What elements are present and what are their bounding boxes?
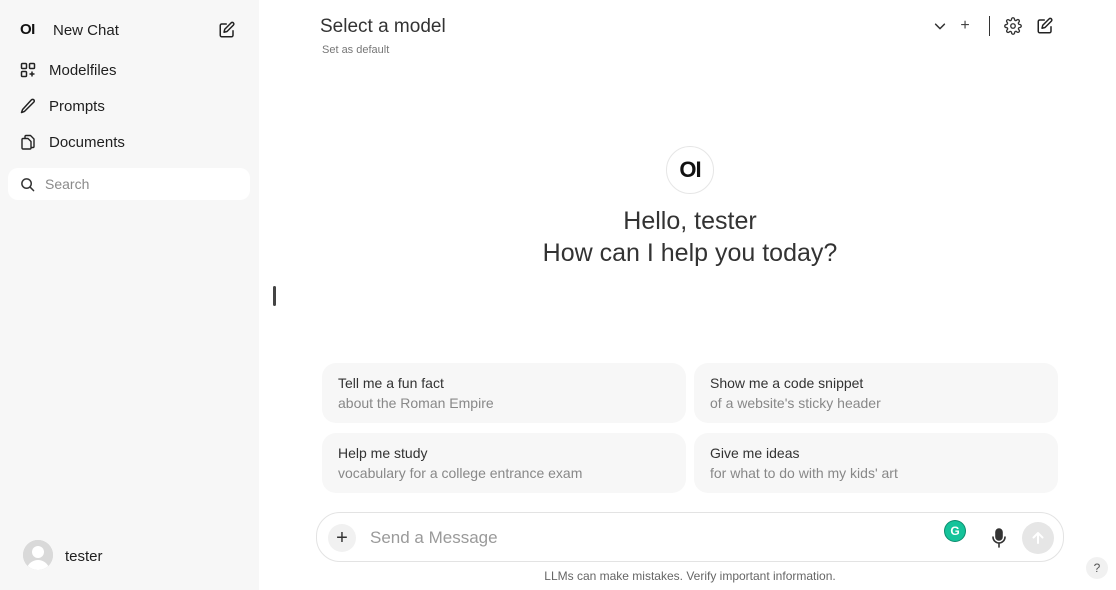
search-icon [20, 177, 35, 192]
suggestion-card[interactable]: Help me study vocabulary for a college e… [322, 433, 686, 493]
suggestion-card[interactable]: Give me ideas for what to do with my kid… [694, 433, 1058, 493]
grid-icon [20, 62, 36, 78]
sidebar-item-modelfiles[interactable]: Modelfiles [8, 54, 244, 86]
hero-logo: OI [666, 146, 714, 194]
suggestion-subtitle: about the Roman Empire [338, 395, 494, 411]
help-question: How can I help you today? [542, 239, 838, 267]
new-chat-edit-icon[interactable] [218, 21, 236, 39]
suggestion-title: Show me a code snippet [710, 375, 864, 391]
new-chat-row[interactable]: OI New Chat [8, 14, 244, 46]
microphone-icon[interactable] [989, 527, 1009, 549]
grammarly-icon[interactable]: G [945, 521, 965, 541]
sidebar-item-documents[interactable]: Documents [8, 126, 244, 158]
suggestion-subtitle: vocabulary for a college entrance exam [338, 465, 583, 481]
sidebar-resize-handle[interactable] [273, 286, 276, 306]
suggestion-title: Give me ideas [710, 445, 800, 461]
sidebar-item-label: Documents [49, 134, 125, 151]
suggestion-card[interactable]: Show me a code snippet of a website's st… [694, 363, 1058, 423]
disclaimer-text: LLMs can make mistakes. Verify important… [544, 569, 836, 583]
sidebar: OI New Chat Modelfiles Prompts Documents… [0, 0, 259, 590]
help-button[interactable]: ? [1086, 557, 1108, 579]
message-input[interactable] [370, 526, 930, 550]
header-divider [989, 16, 990, 36]
add-model-button[interactable]: + [955, 16, 975, 36]
documents-icon [20, 134, 36, 150]
set-default-link[interactable]: Set as default [322, 44, 389, 56]
sidebar-item-prompts[interactable]: Prompts [8, 90, 244, 122]
suggestion-title: Tell me a fun fact [338, 375, 444, 391]
suggestion-subtitle: of a website's sticky header [710, 395, 881, 411]
send-button[interactable] [1022, 522, 1054, 554]
user-menu[interactable]: tester [8, 536, 244, 574]
suggestion-subtitle: for what to do with my kids' art [710, 465, 898, 481]
model-selector[interactable]: Select a model [320, 16, 446, 38]
gear-icon[interactable] [1003, 16, 1023, 36]
greeting: Hello, tester [623, 207, 757, 235]
search-box[interactable] [8, 168, 250, 200]
message-composer: + G [316, 512, 1064, 562]
suggestion-card[interactable]: Tell me a fun fact about the Roman Empir… [322, 363, 686, 423]
add-attachment-button[interactable]: + [328, 524, 356, 552]
chevron-down-icon[interactable] [930, 16, 950, 36]
new-chat-label[interactable]: New Chat [53, 22, 119, 39]
suggestion-title: Help me study [338, 445, 428, 461]
new-chat-icon[interactable] [1035, 16, 1055, 36]
app-logo: OI [20, 21, 35, 38]
user-name: tester [65, 548, 103, 565]
sidebar-item-label: Prompts [49, 98, 105, 115]
pencil-icon [20, 98, 36, 114]
sidebar-item-label: Modelfiles [49, 62, 117, 79]
search-input[interactable] [45, 174, 235, 194]
avatar [23, 540, 53, 570]
